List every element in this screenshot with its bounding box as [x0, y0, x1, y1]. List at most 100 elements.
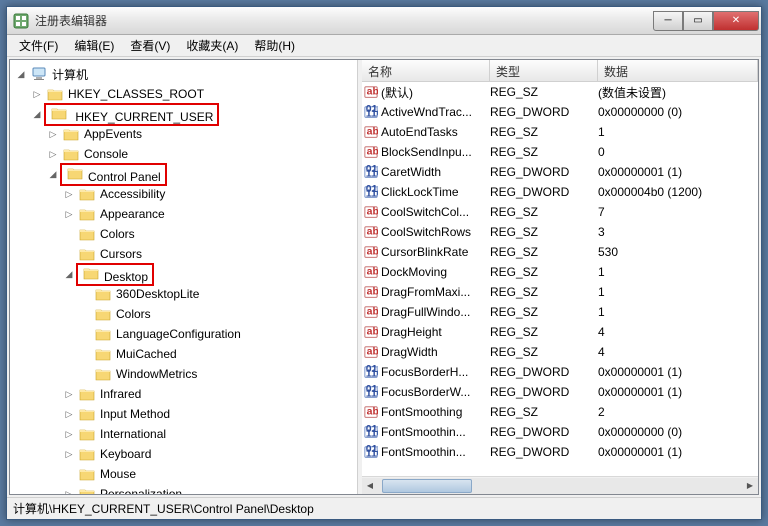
list-row[interactable]: CursorBlinkRateREG_SZ530	[362, 242, 758, 262]
minimize-button[interactable]: ─	[653, 11, 683, 31]
value-type: REG_SZ	[490, 405, 598, 419]
titlebar[interactable]: 注册表编辑器 ─ ▭ ✕	[7, 7, 761, 35]
column-header-data[interactable]: 数据	[598, 60, 758, 81]
value-data: 0x00000000 (0)	[598, 425, 756, 439]
list-row[interactable]: FontSmoothingREG_SZ2	[362, 402, 758, 422]
expand-icon[interactable]: ▷	[62, 487, 76, 494]
tree-label: Appearance	[98, 207, 167, 221]
tree-control-panel[interactable]: ◢Control Panel	[46, 164, 357, 184]
list-row[interactable]: DragHeightREG_SZ4	[362, 322, 758, 342]
folder-icon	[79, 466, 95, 482]
expand-icon[interactable]: ▷	[46, 127, 60, 141]
folder-icon	[79, 386, 95, 402]
expand-icon[interactable]: ▷	[62, 447, 76, 461]
column-header-type[interactable]: 类型	[490, 60, 598, 81]
folder-icon	[95, 346, 111, 362]
list-body[interactable]: (默认)REG_SZ(数值未设置)ActiveWndTrac...REG_DWO…	[362, 82, 758, 476]
tree-label: Personalization	[98, 487, 184, 494]
scroll-left-button[interactable]: ◀	[362, 478, 378, 494]
horizontal-scrollbar[interactable]: ◀ ▶	[362, 476, 758, 494]
value-type: REG_DWORD	[490, 165, 598, 179]
value-sz-icon	[364, 145, 378, 159]
tree-cursors[interactable]: Cursors	[62, 244, 357, 264]
folder-icon	[79, 186, 95, 202]
maximize-button[interactable]: ▭	[683, 11, 713, 31]
list-row[interactable]: FocusBorderH...REG_DWORD0x00000001 (1)	[362, 362, 758, 382]
list-row[interactable]: CaretWidthREG_DWORD0x00000001 (1)	[362, 162, 758, 182]
close-button[interactable]: ✕	[713, 11, 759, 31]
folder-icon	[79, 226, 95, 242]
menu-help[interactable]: 帮助(H)	[246, 35, 303, 56]
tree-pane[interactable]: ◢ 计算机 ▷ HKEY_CLASSES_ROOT ◢ HKEY_CURRENT…	[10, 60, 358, 494]
menu-view[interactable]: 查看(V)	[122, 35, 178, 56]
list-row[interactable]: FontSmoothin...REG_DWORD0x00000001 (1)	[362, 442, 758, 462]
tree-accessibility[interactable]: ▷Accessibility	[62, 184, 357, 204]
value-data: 4	[598, 345, 756, 359]
tree-infrared[interactable]: ▷Infrared	[62, 384, 357, 404]
collapse-icon[interactable]: ◢	[46, 167, 60, 181]
menu-file[interactable]: 文件(F)	[11, 35, 66, 56]
value-dw-icon	[364, 445, 378, 459]
tree-root[interactable]: ◢ 计算机	[10, 64, 357, 84]
expand-icon[interactable]: ▷	[62, 387, 76, 401]
list-row[interactable]: FocusBorderW...REG_DWORD0x00000001 (1)	[362, 382, 758, 402]
list-row[interactable]: AutoEndTasksREG_SZ1	[362, 122, 758, 142]
scroll-thumb[interactable]	[382, 479, 472, 493]
list-row[interactable]: DockMovingREG_SZ1	[362, 262, 758, 282]
value-dw-icon	[364, 365, 378, 379]
tree-appearance[interactable]: ▷ Appearance	[62, 204, 357, 224]
list-row[interactable]: DragFromMaxi...REG_SZ1	[362, 282, 758, 302]
tree-langconfig[interactable]: LanguageConfiguration	[78, 324, 357, 344]
folder-icon	[47, 86, 63, 102]
tree-console[interactable]: ▷Console	[46, 144, 357, 164]
tree-input-method[interactable]: ▷ Input Method	[62, 404, 357, 424]
tree-international[interactable]: ▷International	[62, 424, 357, 444]
list-row[interactable]: CoolSwitchCol...REG_SZ7	[362, 202, 758, 222]
list-row[interactable]: DragFullWindo...REG_SZ1	[362, 302, 758, 322]
expand-icon[interactable]: ▷	[62, 407, 76, 421]
tree-keyboard[interactable]: ▷Keyboard	[62, 444, 357, 464]
collapse-icon[interactable]: ◢	[30, 107, 44, 121]
tree-label: Input Method	[98, 407, 172, 421]
tree-personalization[interactable]: ▷ Personalization	[62, 484, 357, 494]
expand-icon[interactable]: ▷	[30, 87, 44, 101]
value-sz-icon	[364, 205, 378, 219]
list-header: 名称 类型 数据	[362, 60, 758, 82]
expand-icon[interactable]: ▷	[62, 427, 76, 441]
menubar: 文件(F) 编辑(E) 查看(V) 收藏夹(A) 帮助(H)	[7, 35, 761, 57]
menu-edit[interactable]: 编辑(E)	[66, 35, 122, 56]
list-row[interactable]: ActiveWndTrac...REG_DWORD0x00000000 (0)	[362, 102, 758, 122]
expand-icon[interactable]: ▷	[62, 187, 76, 201]
list-row[interactable]: (默认)REG_SZ(数值未设置)	[362, 82, 758, 102]
tree-desktop[interactable]: ◢Desktop	[62, 264, 357, 284]
folder-icon	[67, 165, 83, 181]
list-row[interactable]: BlockSendInpu...REG_SZ0	[362, 142, 758, 162]
value-sz-icon	[364, 125, 378, 139]
tree-desktop-colors[interactable]: Colors	[78, 304, 357, 324]
expand-icon[interactable]: ▷	[46, 147, 60, 161]
expand-icon[interactable]: ▷	[62, 207, 76, 221]
tree-appevents[interactable]: ▷AppEvents	[46, 124, 357, 144]
collapse-icon[interactable]: ◢	[14, 67, 28, 81]
list-row[interactable]: FontSmoothin...REG_DWORD0x00000000 (0)	[362, 422, 758, 442]
value-dw-icon	[364, 185, 378, 199]
tree-mouse[interactable]: Mouse	[62, 464, 357, 484]
tree-colors[interactable]: Colors	[62, 224, 357, 244]
list-row[interactable]: ClickLockTimeREG_DWORD0x000004b0 (1200)	[362, 182, 758, 202]
tree-hkcu[interactable]: ◢ HKEY_CURRENT_USER	[30, 104, 357, 124]
scroll-right-button[interactable]: ▶	[742, 478, 758, 494]
tree-muicached[interactable]: MuiCached	[78, 344, 357, 364]
menu-favorites[interactable]: 收藏夹(A)	[178, 35, 246, 56]
value-data: 0x00000001 (1)	[598, 445, 756, 459]
collapse-icon[interactable]: ◢	[62, 267, 76, 281]
value-data: 4	[598, 325, 756, 339]
tree-360desktoplite[interactable]: 360DesktopLite	[78, 284, 357, 304]
tree-windowmetrics[interactable]: WindowMetrics	[78, 364, 357, 384]
value-dw-icon	[364, 105, 378, 119]
tree-hkcr[interactable]: ▷ HKEY_CLASSES_ROOT	[30, 84, 357, 104]
value-name: DragFullWindo...	[381, 305, 470, 319]
column-header-name[interactable]: 名称	[362, 60, 490, 81]
value-name: AutoEndTasks	[381, 125, 458, 139]
list-row[interactable]: DragWidthREG_SZ4	[362, 342, 758, 362]
list-row[interactable]: CoolSwitchRowsREG_SZ3	[362, 222, 758, 242]
